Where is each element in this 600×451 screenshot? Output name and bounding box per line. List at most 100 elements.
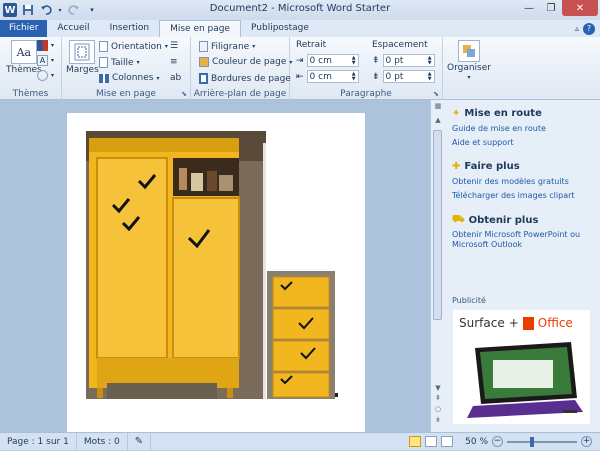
- page-setup-launcher-icon[interactable]: ⬊: [181, 90, 187, 98]
- tab-mailings[interactable]: Publipostage: [241, 20, 319, 37]
- tab-file[interactable]: Fichier: [0, 20, 48, 37]
- margins-icon: [69, 40, 96, 64]
- view-zoom-controls: 50 % − +: [409, 436, 600, 447]
- arrange-button[interactable]: Organiser ▾: [447, 40, 491, 81]
- theme-colors-icon: [37, 40, 48, 51]
- page-count[interactable]: Page : 1 sur 1: [0, 432, 77, 451]
- indent-left-icon: ⇥: [296, 55, 304, 66]
- undo-icon[interactable]: [39, 3, 53, 17]
- maximize-icon[interactable]: ❐: [540, 0, 562, 16]
- dropdown-arrow-icon: ▾: [467, 74, 471, 81]
- columns-button[interactable]: Colonnes ▾: [99, 73, 159, 83]
- do-more-header: Faire plus: [464, 161, 520, 172]
- hyphenation-button[interactable]: ab: [170, 73, 181, 83]
- powerpoint-outlook-link[interactable]: Obtenir Microsoft PowerPoint ou Microsof…: [452, 230, 597, 250]
- page-setup-group: Marges Orientation ▾ Taille ▾ Colonnes ▾ ☰ …: [62, 37, 191, 100]
- help-icon[interactable]: ?: [583, 22, 595, 35]
- watermark-button[interactable]: Filigrane ▾: [199, 41, 255, 52]
- page-borders-button[interactable]: Bordures de page: [199, 73, 291, 84]
- save-icon[interactable]: [21, 3, 35, 17]
- spinner-icon[interactable]: ▲ ▼: [428, 55, 432, 66]
- tab-page-layout[interactable]: Mise en page: [159, 20, 242, 37]
- spacing-after-input[interactable]: 0 pt ▲ ▼: [382, 70, 435, 83]
- fullscreen-reading-view-icon[interactable]: [425, 436, 438, 447]
- indent-left-control: ⇥ 0 cm ▲ ▼: [296, 54, 359, 67]
- browse-object-icon[interactable]: ○: [431, 405, 445, 413]
- web-layout-view-icon[interactable]: [441, 436, 454, 447]
- tab-insert[interactable]: Insertion: [100, 20, 160, 37]
- indent-right-input[interactable]: 0 cm ▲ ▼: [306, 70, 359, 83]
- clipart-link[interactable]: Télécharger des images clipart: [452, 191, 597, 201]
- tab-home[interactable]: Accueil: [47, 20, 99, 37]
- dropdown-arrow-icon: ▾: [156, 74, 160, 82]
- breaks-button[interactable]: ☰: [170, 41, 178, 51]
- vertical-scrollbar[interactable]: ▦ ▲ ▼ ⇞ ○ ⇟: [430, 100, 444, 432]
- next-page-icon[interactable]: ⇟: [431, 416, 445, 424]
- watermark-icon: [199, 41, 208, 52]
- spacing-after-value: 0 pt: [385, 71, 404, 82]
- zoom-out-icon[interactable]: −: [492, 436, 503, 447]
- minimize-icon[interactable]: —: [518, 0, 540, 16]
- margins-button[interactable]: Marges: [66, 40, 99, 75]
- office-logo-icon: [522, 316, 534, 330]
- guide-link[interactable]: Guide de mise en route: [452, 124, 597, 134]
- orientation-button[interactable]: Orientation ▾: [99, 41, 168, 52]
- paragraph-launcher-icon[interactable]: ⬊: [433, 90, 439, 98]
- watermark-label: Filigrane: [211, 41, 250, 52]
- spinner-icon[interactable]: ▲ ▼: [428, 71, 432, 82]
- tab-right-controls: ▵ ?: [575, 20, 600, 37]
- help-support-link[interactable]: Aide et support: [452, 138, 597, 148]
- word-app-icon[interactable]: W: [3, 3, 17, 17]
- undo-dropdown-icon[interactable]: ▾: [57, 3, 63, 17]
- dropdown-arrow-icon: ▾: [51, 57, 55, 64]
- redo-icon[interactable]: [67, 3, 81, 17]
- proofing-icon[interactable]: ✎: [128, 432, 152, 451]
- zoom-slider[interactable]: [507, 436, 577, 447]
- dropdown-arrow-icon: ▾: [136, 59, 140, 66]
- size-button[interactable]: Taille ▾: [99, 57, 140, 68]
- ribbon: Aa Thèmes ▾ A ▾ ▾ Thèmes Marges Orientati…: [0, 37, 600, 100]
- spacing-before-icon: ⇞: [372, 55, 380, 66]
- indent-left-value: 0 cm: [309, 55, 332, 66]
- arrange-label: Organiser: [447, 63, 491, 73]
- page-color-button[interactable]: Couleur de page ▾: [199, 57, 292, 67]
- document-page[interactable]: [67, 113, 365, 432]
- zoom-level[interactable]: 50 %: [465, 437, 488, 447]
- word-count[interactable]: Mots : 0: [77, 432, 128, 451]
- scroll-down-icon[interactable]: ▼: [431, 384, 445, 392]
- ad-headline: Surface + Office: [459, 316, 573, 330]
- spinner-icon[interactable]: ▲ ▼: [352, 71, 356, 82]
- columns-icon: [99, 73, 109, 83]
- scroll-up-icon[interactable]: ▲: [431, 116, 445, 124]
- indent-left-input[interactable]: 0 cm ▲ ▼: [306, 54, 359, 67]
- indent-header: Retrait: [296, 40, 327, 50]
- line-numbers-button[interactable]: ≡: [170, 57, 178, 67]
- paragraph-group-label: Paragraphe: [340, 89, 392, 99]
- close-icon[interactable]: ✕: [562, 0, 598, 16]
- dropdown-arrow-icon: ▾: [164, 43, 168, 50]
- customize-qat-icon[interactable]: ▾: [85, 3, 99, 17]
- arrange-icon: [458, 40, 480, 62]
- page-color-icon: [199, 57, 209, 67]
- scroll-thumb[interactable]: [433, 130, 442, 320]
- free-templates-link[interactable]: Obtenir des modèles gratuits: [452, 177, 597, 187]
- page-borders-icon: [199, 73, 208, 84]
- theme-fonts-icon: A: [37, 55, 48, 66]
- spacing-before-control: ⇞ 0 pt ▲ ▼: [372, 54, 435, 67]
- zoom-slider-thumb[interactable]: [530, 436, 534, 447]
- surface-tablet-icon: [467, 342, 583, 418]
- theme-effects-button[interactable]: ▾: [37, 70, 54, 81]
- title-bar: W ▾ ▾ Document2 - Microsoft Word Starter…: [0, 0, 600, 20]
- minimize-ribbon-icon[interactable]: ▵: [575, 24, 579, 33]
- theme-colors-button[interactable]: ▾: [37, 40, 54, 51]
- zoom-in-icon[interactable]: +: [581, 436, 592, 447]
- advertisement[interactable]: Surface + Office: [453, 310, 590, 424]
- ruler-toggle-icon[interactable]: ▦: [431, 102, 445, 110]
- theme-fonts-button[interactable]: A ▾: [37, 55, 54, 66]
- orientation-icon: [99, 41, 108, 52]
- print-layout-view-icon[interactable]: [409, 436, 422, 447]
- spinner-icon[interactable]: ▲ ▼: [352, 55, 356, 66]
- spacing-before-input[interactable]: 0 pt ▲ ▼: [382, 54, 435, 67]
- cabinet-photo[interactable]: [67, 113, 365, 432]
- previous-page-icon[interactable]: ⇞: [431, 394, 445, 402]
